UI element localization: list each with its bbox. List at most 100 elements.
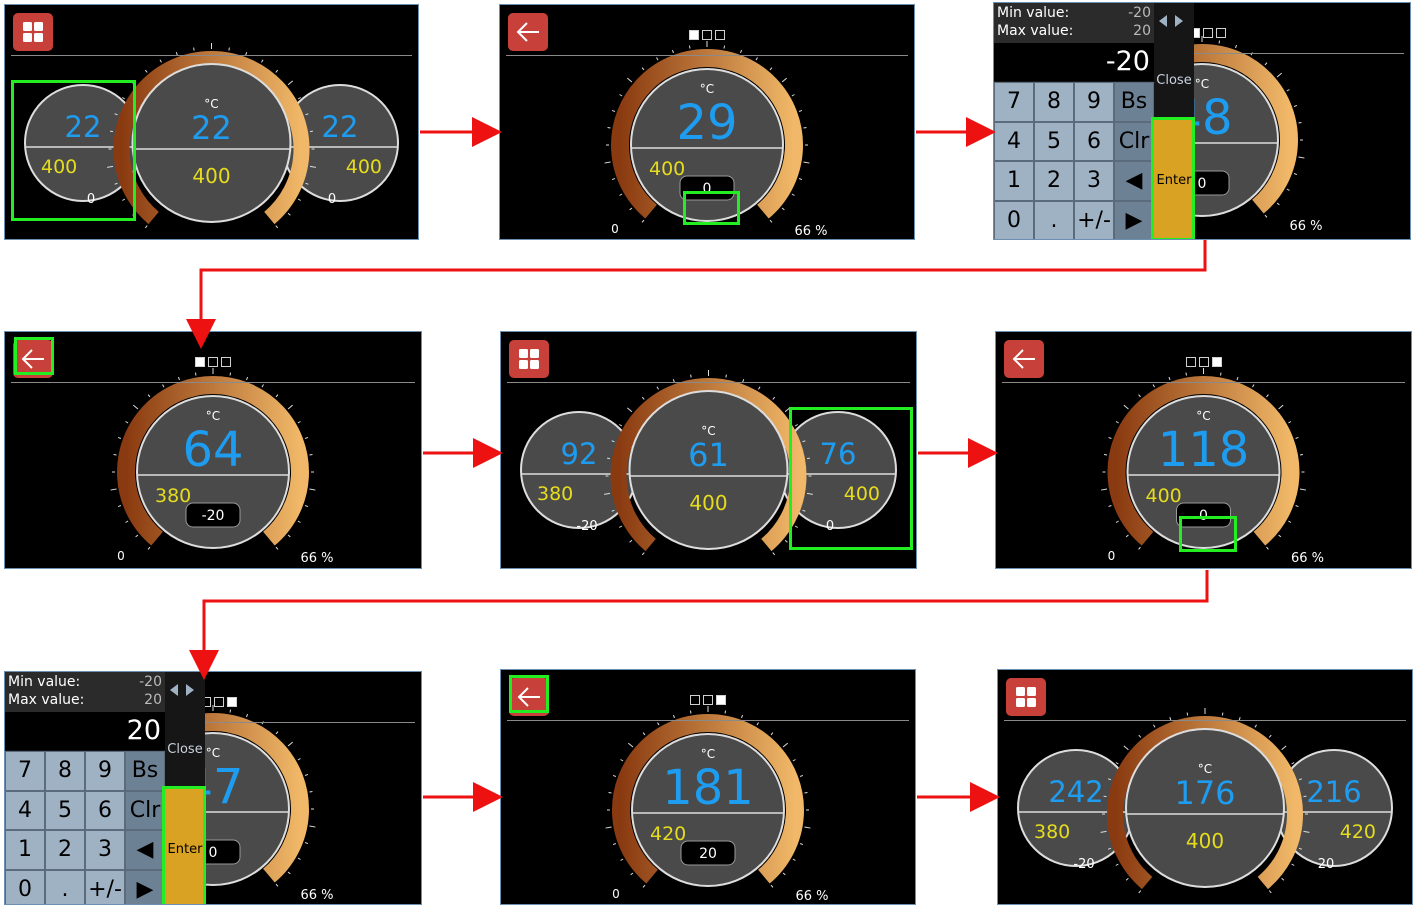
keypad-key[interactable]: Bs xyxy=(1114,82,1154,122)
keypad-key[interactable]: 1 xyxy=(994,161,1034,201)
keypad-key[interactable]: ▶ xyxy=(1114,200,1154,239)
keypad-key[interactable]: +/- xyxy=(1074,200,1114,239)
keypad-key[interactable]: Clr xyxy=(125,790,165,830)
close-button[interactable]: Close xyxy=(1154,73,1194,88)
page-dot xyxy=(702,30,712,40)
gauge-tick xyxy=(275,546,279,550)
keypad-key[interactable]: 6 xyxy=(1074,121,1114,161)
gauge-tick xyxy=(1138,890,1142,894)
keypad-key[interactable]: 8 xyxy=(45,751,85,791)
gauge-tick xyxy=(177,376,180,381)
gauge-tick xyxy=(309,825,316,828)
keypad-key[interactable]: 3 xyxy=(85,830,125,870)
keypad-key[interactable]: 7 xyxy=(5,751,45,791)
gauge-tick xyxy=(642,884,646,888)
enter-button[interactable]: Enter xyxy=(1154,120,1194,239)
keypad-key[interactable]: 2 xyxy=(45,830,85,870)
keypad-key[interactable]: ◀ xyxy=(125,830,165,870)
move-keypad-icon[interactable] xyxy=(1158,13,1184,29)
gauge-tick xyxy=(110,488,117,491)
back-button[interactable] xyxy=(1004,340,1044,378)
keypad-key[interactable]: 8 xyxy=(1034,82,1074,122)
keypad-key[interactable]: . xyxy=(1034,200,1074,239)
keypad-key[interactable]: 5 xyxy=(45,790,85,830)
gauge-tick xyxy=(287,741,293,747)
gauge-tick xyxy=(782,742,788,748)
gauge-tick xyxy=(1291,762,1295,765)
keypad-key[interactable]: 0 xyxy=(994,200,1034,239)
page-indicator xyxy=(1185,357,1222,367)
back-arrow-icon xyxy=(21,349,44,369)
gauge-tick xyxy=(1276,202,1280,206)
keypad-key[interactable]: 5 xyxy=(1034,121,1074,161)
gauge-tick xyxy=(309,488,316,491)
gauge-tick xyxy=(1293,104,1298,107)
gauge-tick xyxy=(147,546,151,550)
keypad-key[interactable]: +/- xyxy=(85,869,125,904)
gauge-tick xyxy=(799,774,804,777)
setpoint-value: 400 xyxy=(1146,485,1182,507)
keypad-range-info: Min value: -20 Max value: 20 xyxy=(994,3,1154,43)
side-offset-left: 0 xyxy=(87,192,95,207)
back-arrow-icon xyxy=(517,687,540,707)
gauge-tick xyxy=(193,47,195,51)
gauge-tick xyxy=(1264,62,1268,66)
keypad-key[interactable]: ▶ xyxy=(125,869,165,904)
gauge-tick xyxy=(229,709,232,713)
keypad-display: 20 xyxy=(5,712,165,750)
gauge-tick xyxy=(1123,404,1129,410)
keypad-key[interactable]: 4 xyxy=(5,790,45,830)
gauge-tick xyxy=(144,69,148,73)
unit-label: °C xyxy=(1195,77,1209,91)
gauge-tick xyxy=(781,77,787,83)
page-dot xyxy=(221,357,231,367)
gauge-tick xyxy=(1103,795,1107,798)
keypad-key[interactable]: Clr xyxy=(1114,121,1154,161)
keypad-key[interactable]: Bs xyxy=(125,751,165,791)
page-dot xyxy=(1198,357,1209,367)
back-arrow-icon xyxy=(516,22,539,42)
gauge-svg: °C181 420 20 0 66 % xyxy=(605,706,829,904)
back-button[interactable] xyxy=(508,13,548,51)
gauge-tick xyxy=(769,219,773,223)
enter-button[interactable]: Enter xyxy=(165,789,205,904)
gauge-tick xyxy=(641,396,645,400)
gauge-tick xyxy=(275,225,279,229)
gauge-tick xyxy=(619,525,623,528)
gauge-tick xyxy=(690,374,692,378)
keypad-key[interactable]: . xyxy=(45,869,85,904)
keypad-key[interactable]: 2 xyxy=(1034,161,1074,201)
unit-label: °C xyxy=(206,409,220,423)
gauge-tick xyxy=(619,94,623,97)
keypad-key[interactable]: 6 xyxy=(85,790,125,830)
offset-value: -20 xyxy=(202,508,225,524)
keypad-key[interactable]: 3 xyxy=(1074,161,1114,201)
gauge-tick xyxy=(1115,762,1119,765)
side-temperature-right: 22 xyxy=(322,110,359,144)
menu-button[interactable] xyxy=(13,13,53,51)
page-dot xyxy=(703,695,713,705)
gauge-tick xyxy=(772,396,776,400)
keypad-key[interactable]: 7 xyxy=(994,82,1034,122)
header-divider xyxy=(507,382,910,383)
back-button[interactable] xyxy=(13,340,53,378)
gauge-tick xyxy=(1293,173,1298,176)
gauge-tick xyxy=(605,826,612,829)
keypad-key[interactable]: 9 xyxy=(85,751,125,791)
gauge-tick xyxy=(803,126,807,129)
menu-button[interactable] xyxy=(509,340,549,378)
menu-button[interactable] xyxy=(1006,678,1046,716)
back-button[interactable] xyxy=(509,678,549,716)
keypad-key[interactable]: 4 xyxy=(994,121,1034,161)
gauge-tick xyxy=(791,94,795,97)
keypad-key[interactable]: ◀ xyxy=(1114,161,1154,201)
gauge-tick xyxy=(1100,488,1108,491)
gauge-tick xyxy=(1298,156,1305,159)
keypad-key[interactable]: 1 xyxy=(5,830,45,870)
keypad-key[interactable]: 9 xyxy=(1074,82,1114,122)
close-button[interactable]: Close xyxy=(165,742,205,757)
keypad-key[interactable]: 0 xyxy=(5,869,45,904)
page-dot xyxy=(690,695,700,705)
gauge-tick xyxy=(1299,453,1304,456)
move-keypad-icon[interactable] xyxy=(169,682,195,698)
